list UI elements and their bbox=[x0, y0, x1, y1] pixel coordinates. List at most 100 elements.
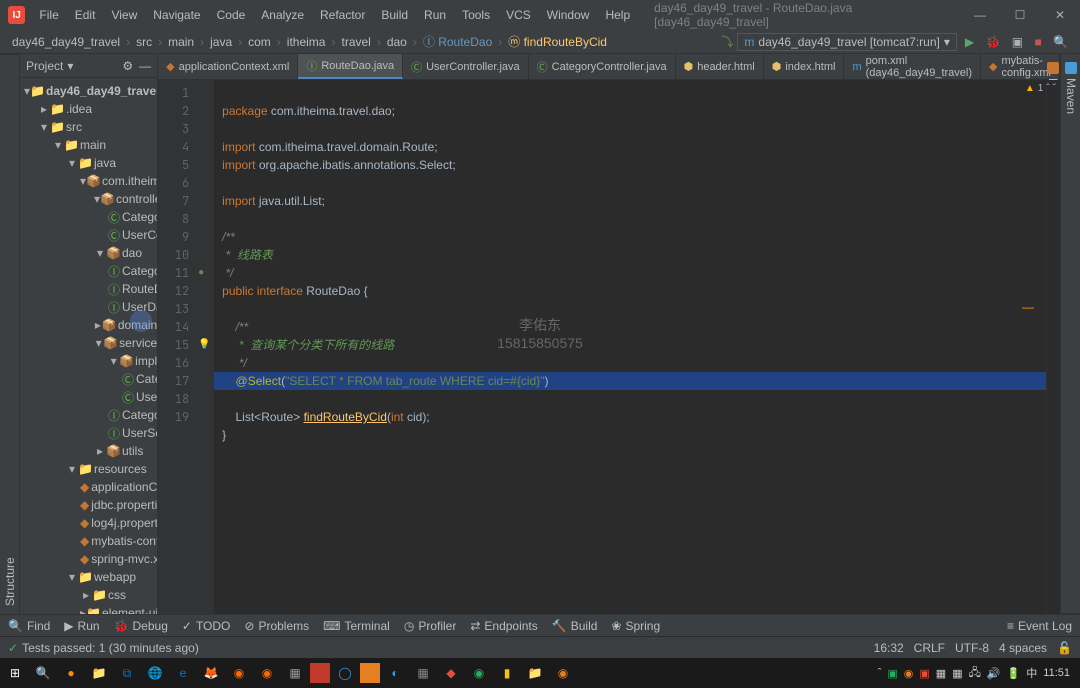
task-edge[interactable]: e bbox=[170, 660, 196, 686]
debug-icon[interactable]: 🐞 bbox=[981, 35, 1004, 49]
favorites-tool-button[interactable]: Favorites bbox=[0, 54, 1, 614]
indent-info[interactable]: 4 spaces bbox=[999, 641, 1047, 655]
endpoints-tool[interactable]: ⇄ Endpoints bbox=[470, 619, 537, 633]
tree-impl[interactable]: ▾📦impl bbox=[20, 352, 157, 370]
warning-icon[interactable]: ▲ bbox=[1025, 83, 1035, 94]
tree-main[interactable]: ▾📁main bbox=[20, 136, 157, 154]
tree-categorydao[interactable]: ⒾCategoryDao bbox=[20, 262, 157, 280]
tab-appcontext[interactable]: ◆applicationContext.xml bbox=[158, 54, 298, 79]
tray-battery-icon[interactable]: 🔋 bbox=[1007, 667, 1021, 680]
tab-index[interactable]: ⬢index.html bbox=[764, 54, 845, 79]
tree-userserviceimpl[interactable]: ⒸUserServiceImpl bbox=[20, 388, 157, 406]
system-tray[interactable]: ˆ ▣ ◉ ▣ ▦ ▦ 🖧 🔊 🔋 中 11:51 bbox=[878, 664, 1078, 683]
search-icon[interactable]: 🔍 bbox=[1049, 35, 1072, 49]
tree-resources[interactable]: ▾📁resources bbox=[20, 460, 157, 478]
tray-icon-3[interactable]: ▣ bbox=[919, 667, 929, 680]
tree-catserviceimpl[interactable]: ⒸCategoryServiceImpl bbox=[20, 370, 157, 388]
tree-springmvc[interactable]: ◆spring-mvc.xml bbox=[20, 550, 157, 568]
coverage-icon[interactable]: ▣ bbox=[1008, 35, 1027, 49]
tree-categorycontroller[interactable]: ⒸCategoryController bbox=[20, 208, 157, 226]
task-app2[interactable]: ◉ bbox=[254, 660, 280, 686]
crumb-project[interactable]: day46_day49_travel bbox=[8, 35, 124, 49]
tree-webapp[interactable]: ▾📁webapp bbox=[20, 568, 157, 586]
tree-domain[interactable]: ▸📦domain bbox=[20, 316, 157, 334]
tray-icon-4[interactable]: ▦ bbox=[936, 667, 946, 680]
run-tool[interactable]: ▶ Run bbox=[64, 619, 99, 633]
task-app10[interactable]: ◉ bbox=[466, 660, 492, 686]
crumb-travel[interactable]: travel bbox=[337, 35, 374, 49]
menu-window[interactable]: Window bbox=[541, 3, 596, 27]
todo-tool[interactable]: ✓ TODO bbox=[182, 619, 231, 633]
tree-src[interactable]: ▾📁src bbox=[20, 118, 157, 136]
task-app11[interactable]: ▮ bbox=[494, 660, 520, 686]
run-icon[interactable]: ▶ bbox=[961, 35, 978, 49]
tray-icon-1[interactable]: ▣ bbox=[887, 667, 897, 680]
tray-chevron-icon[interactable]: ˆ bbox=[878, 667, 882, 679]
tray-network-icon[interactable]: 🖧 bbox=[969, 664, 981, 683]
task-app7[interactable]: ◐ bbox=[382, 660, 408, 686]
task-app8[interactable]: ▦ bbox=[410, 660, 436, 686]
crumb-com[interactable]: com bbox=[244, 35, 275, 49]
crumb-java[interactable]: java bbox=[206, 35, 236, 49]
tab-categorycontroller[interactable]: ⒸCategoryController.java bbox=[529, 54, 676, 79]
tree-routedao[interactable]: ⒾRouteDao bbox=[20, 280, 157, 298]
tree-package[interactable]: ▾📦com.itheima.travel bbox=[20, 172, 157, 190]
tree-jdbc[interactable]: ◆jdbc.properties bbox=[20, 496, 157, 514]
tree-mybatis[interactable]: ◆mybatis-config.xml bbox=[20, 532, 157, 550]
crumb-src[interactable]: src bbox=[132, 35, 156, 49]
tree-elementui[interactable]: ▸📁element-ui bbox=[20, 604, 157, 614]
crumb-dao[interactable]: dao bbox=[383, 35, 411, 49]
task-cortana[interactable]: ● bbox=[58, 660, 84, 686]
close-button[interactable]: ✕ bbox=[1040, 0, 1080, 30]
maven-tool-button[interactable]: Maven bbox=[1062, 54, 1080, 614]
file-encoding[interactable]: UTF-8 bbox=[955, 641, 989, 655]
menu-help[interactable]: Help bbox=[599, 3, 636, 27]
task-chrome[interactable]: 🌐 bbox=[142, 660, 168, 686]
problems-tool[interactable]: ⊘ Problems bbox=[244, 619, 309, 633]
task-app6[interactable] bbox=[360, 663, 380, 683]
menu-file[interactable]: File bbox=[33, 3, 64, 27]
task-app1[interactable]: ◉ bbox=[226, 660, 252, 686]
task-search[interactable]: 🔍 bbox=[30, 660, 56, 686]
eventlog-tool[interactable]: ≡ Event Log bbox=[1007, 619, 1072, 633]
tree-css[interactable]: ▸📁css bbox=[20, 586, 157, 604]
tray-volume-icon[interactable]: 🔊 bbox=[987, 667, 1001, 680]
tray-icon-2[interactable]: ◉ bbox=[904, 667, 914, 680]
maximize-button[interactable]: ☐ bbox=[1000, 0, 1040, 30]
task-firefox[interactable]: 🦊 bbox=[198, 660, 224, 686]
tree-userservice[interactable]: ⒾUserService bbox=[20, 424, 157, 442]
task-app13[interactable]: ◉ bbox=[550, 660, 576, 686]
task-app4[interactable] bbox=[310, 663, 330, 683]
tree-java[interactable]: ▾📁java bbox=[20, 154, 157, 172]
crumb-main[interactable]: main bbox=[164, 35, 198, 49]
start-button[interactable]: ⊞ bbox=[2, 660, 28, 686]
task-app9[interactable]: ◆ bbox=[438, 660, 464, 686]
menu-vcs[interactable]: VCS bbox=[500, 3, 537, 27]
tray-ime-icon[interactable]: 中 bbox=[1026, 665, 1037, 681]
menu-edit[interactable]: Edit bbox=[69, 3, 102, 27]
line-separator[interactable]: CRLF bbox=[914, 641, 945, 655]
error-stripe[interactable]: ▲ 1 ˆ ˇ bbox=[1046, 80, 1060, 614]
task-app3[interactable]: ▦ bbox=[282, 660, 308, 686]
menu-refactor[interactable]: Refactor bbox=[314, 3, 371, 27]
tab-pom[interactable]: mpom.xml (day46_day49_travel) bbox=[844, 54, 981, 79]
project-settings-icon[interactable]: ⚙ bbox=[122, 59, 133, 73]
menu-build[interactable]: Build bbox=[375, 3, 414, 27]
crumb-itheima[interactable]: itheima bbox=[283, 35, 330, 49]
build-icon[interactable]: ⤵ bbox=[721, 33, 733, 50]
caret-position[interactable]: 16:32 bbox=[874, 641, 904, 655]
code-editor[interactable]: 12345678910111213141516171819 ●💡 package… bbox=[158, 80, 1060, 614]
tree-idea[interactable]: ▸📁.idea bbox=[20, 100, 157, 118]
menu-analyze[interactable]: Analyze bbox=[255, 3, 310, 27]
task-vscode[interactable]: ⧉ bbox=[114, 660, 140, 686]
tab-header[interactable]: ⬢header.html bbox=[676, 54, 764, 79]
readonly-icon[interactable]: 🔓 bbox=[1057, 641, 1072, 655]
tree-log4j[interactable]: ◆log4j.properties bbox=[20, 514, 157, 532]
tray-clock[interactable]: 11:51 bbox=[1043, 667, 1070, 679]
crumb-class[interactable]: Ⓘ RouteDao bbox=[419, 33, 496, 50]
structure-tool-button[interactable]: Structure bbox=[1, 54, 19, 614]
chevron-down-icon[interactable]: ˇ bbox=[1053, 83, 1056, 94]
tree-usercontroller[interactable]: ⒸUserController bbox=[20, 226, 157, 244]
menu-tools[interactable]: Tools bbox=[456, 3, 496, 27]
crumb-method[interactable]: ⓜ findRouteByCid bbox=[504, 33, 611, 50]
